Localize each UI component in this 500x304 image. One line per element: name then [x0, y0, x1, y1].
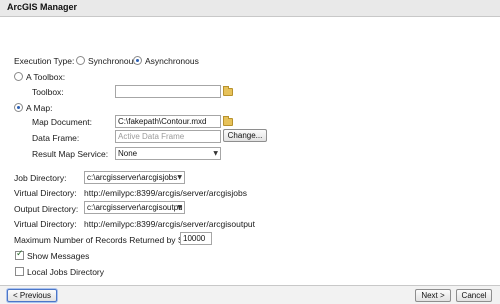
toolbox-field-label: Toolbox:: [32, 87, 64, 97]
change-button[interactable]: Change...: [223, 129, 267, 142]
chevron-down-icon: ▼: [213, 150, 218, 157]
title-bar: ArcGIS Manager: [0, 0, 500, 17]
output-virtual-directory-label: Virtual Directory:: [14, 219, 77, 229]
show-messages-label: Show Messages: [27, 251, 90, 261]
virtual-directory-label: Virtual Directory:: [14, 188, 77, 198]
next-button[interactable]: Next >: [415, 289, 451, 302]
synchronous-label: Synchronous: [88, 56, 138, 66]
footer-bar: < Previous Next > Cancel: [0, 285, 500, 304]
local-jobs-directory-checkbox[interactable]: [15, 267, 24, 276]
map-document-input[interactable]: C:\fakepath\Contour.mxd: [115, 115, 221, 128]
max-records-label: Maximum Number of Records Returned by Se…: [14, 235, 206, 245]
cancel-button[interactable]: Cancel: [456, 289, 492, 302]
map-document-label: Map Document:: [32, 117, 92, 127]
chevron-down-icon: ▼: [177, 174, 182, 181]
toolbox-input[interactable]: [115, 85, 221, 98]
result-map-service-select[interactable]: None ▼: [115, 147, 221, 160]
local-jobs-directory-label: Local Jobs Directory: [27, 267, 105, 277]
job-directory-label: Job Directory:: [14, 173, 67, 183]
result-map-service-label: Result Map Service:: [32, 149, 109, 159]
browse-folder-icon[interactable]: [223, 86, 233, 96]
previous-button[interactable]: < Previous: [7, 289, 57, 302]
output-virtual-directory-value: http://emilypc:8399/arcgis/server/arcgis…: [84, 219, 256, 229]
show-messages-checkbox[interactable]: [15, 249, 24, 260]
chevron-down-icon: ▼: [177, 204, 182, 211]
asynchronous-radio[interactable]: [133, 56, 142, 65]
output-directory-value: c:\arcgisserver\arcgisoutpu: [87, 203, 183, 212]
toolbox-radio[interactable]: [14, 72, 23, 81]
data-frame-input[interactable]: Active Data Frame: [115, 130, 221, 143]
execution-type-label: Execution Type:: [14, 56, 75, 66]
job-directory-select[interactable]: c:\arcgisserver\arcgisjobs ▼: [84, 171, 185, 184]
map-radio[interactable]: [14, 103, 23, 112]
map-radio-label: A Map:: [26, 103, 53, 113]
browse-folder-icon[interactable]: [223, 116, 233, 126]
virtual-directory-value: http://emilypc:8399/arcgis/server/arcgis…: [84, 188, 247, 198]
data-frame-label: Data Frame:: [32, 133, 80, 143]
result-map-service-value: None: [118, 149, 138, 158]
synchronous-radio[interactable]: [76, 56, 85, 65]
output-directory-label: Output Directory:: [14, 204, 79, 214]
job-directory-value: c:\arcgisserver\arcgisjobs: [87, 173, 178, 182]
asynchronous-label: Asynchronous: [145, 56, 199, 66]
max-records-input[interactable]: 10000: [180, 232, 212, 245]
window-title: ArcGIS Manager: [7, 2, 78, 12]
output-directory-select[interactable]: c:\arcgisserver\arcgisoutpu ▼: [84, 201, 185, 214]
toolbox-radio-label: A Toolbox:: [26, 72, 66, 82]
